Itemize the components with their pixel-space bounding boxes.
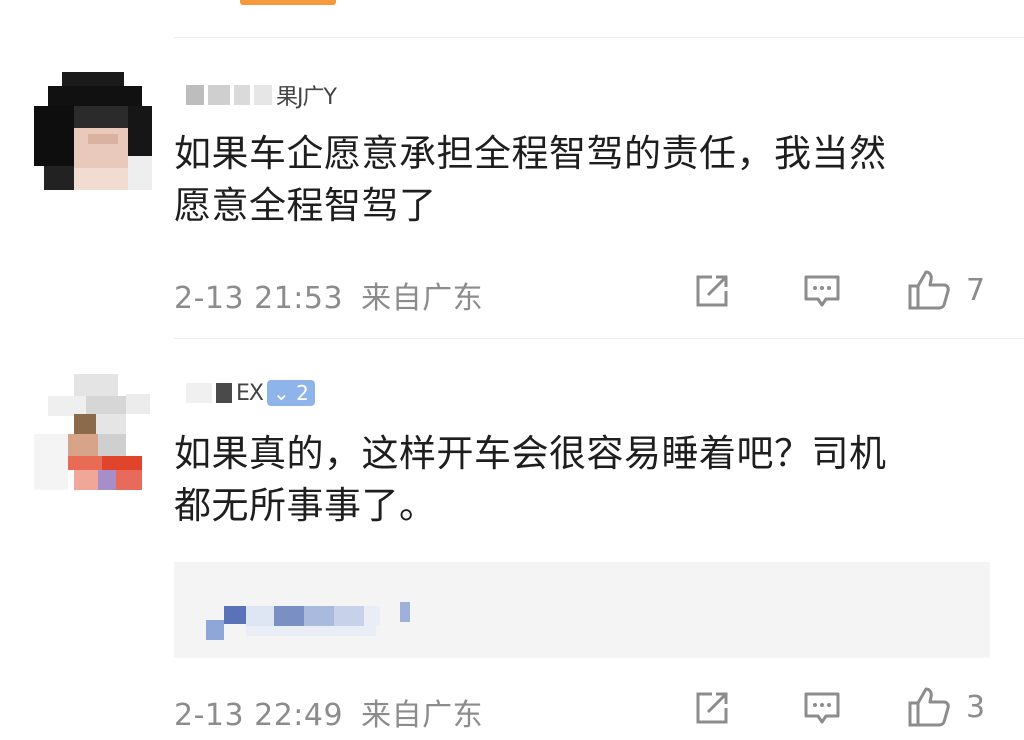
like-button[interactable]: 3 <box>906 685 985 729</box>
username-text: EX <box>236 380 264 406</box>
share-button[interactable] <box>692 688 732 728</box>
comment-list-page: 果J广Y 如果车企愿意承担全程智驾的责任，我当然 愿意全程智驾了 2-13 21… <box>0 0 1024 740</box>
like-icon <box>908 687 950 727</box>
username-text: 果J广Y <box>276 85 337 110</box>
comment-text-line: 如果车企愿意承担全程智驾的责任，我当然 <box>174 132 887 175</box>
share-icon <box>696 692 728 724</box>
avatar[interactable] <box>34 372 152 490</box>
comment-text-line: 愿意全程智驾了 <box>174 184 437 227</box>
level-badge-number: 2 <box>296 381 309 405</box>
divider <box>174 37 1024 38</box>
share-button[interactable] <box>692 271 732 311</box>
like-button[interactable]: 7 <box>906 268 985 312</box>
reply-button[interactable] <box>802 688 842 728</box>
comment-icon <box>804 692 840 724</box>
comment-text: 如果真的，这样开车会很容易睡着吧？司机 都无所事事了。 <box>174 428 1004 532</box>
active-tab-indicator <box>240 0 336 5</box>
comment-text-line: 如果真的，这样开车会很容易睡着吧？司机 <box>174 432 887 475</box>
like-count: 3 <box>966 689 986 725</box>
username[interactable]: 果J广Y <box>186 82 337 110</box>
username-blur <box>186 85 204 105</box>
comment-icon <box>804 275 840 307</box>
comment-time: 2-13 22:49 <box>174 698 344 733</box>
username-blur <box>186 383 212 403</box>
avatar[interactable] <box>34 72 152 190</box>
comment-text-line: 都无所事事了。 <box>174 484 437 527</box>
reply-preview-box[interactable] <box>174 562 990 658</box>
like-count: 7 <box>966 272 986 308</box>
level-badge: ⌄ 2 <box>266 380 315 406</box>
like-icon <box>908 270 950 310</box>
comment-time: 2-13 21:53 <box>174 281 344 316</box>
comment-location: 来自广东 <box>361 698 484 733</box>
comment-location: 来自广东 <box>361 281 484 316</box>
comment-meta: 2-13 21:53 来自广东 <box>174 273 483 317</box>
reply-button[interactable] <box>802 271 842 311</box>
share-icon <box>696 275 728 307</box>
username[interactable]: EX ⌄ 2 <box>186 380 315 406</box>
divider <box>174 338 1024 339</box>
comment-text: 如果车企愿意承担全程智驾的责任，我当然 愿意全程智驾了 <box>174 128 1004 232</box>
comment-meta: 2-13 22:49 来自广东 <box>174 690 483 734</box>
